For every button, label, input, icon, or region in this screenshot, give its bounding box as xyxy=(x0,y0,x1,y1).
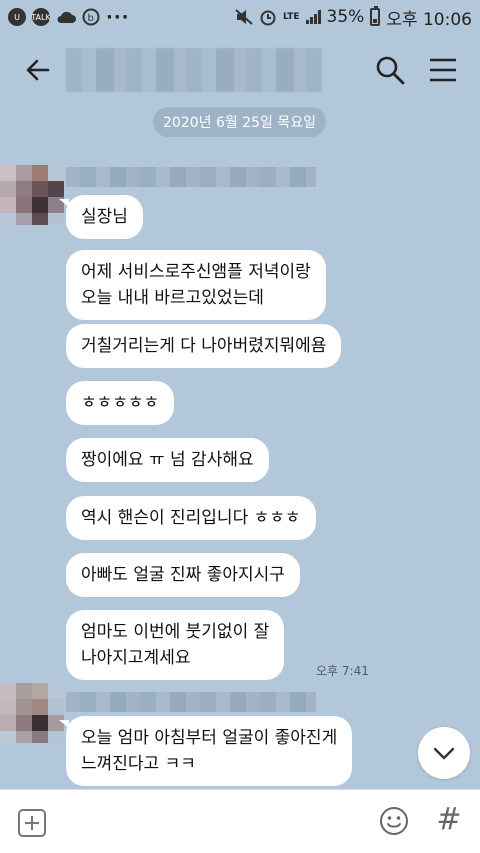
sender-name-redacted xyxy=(66,167,316,187)
message-bubble[interactable]: 어제 서비스로주신앰플 저녁이랑 오늘 내내 바르고있었는데 xyxy=(66,250,326,320)
app-notification-icon: U xyxy=(8,8,26,26)
status-bar-left: U TALK b ··· xyxy=(8,7,130,28)
message-bubble[interactable]: ㅎㅎㅎㅎㅎ xyxy=(66,381,175,425)
message-text: 어제 서비스로주신앰플 저녁이랑 오늘 내내 바르고있었는데 xyxy=(81,262,311,308)
message-text: ㅎㅎㅎㅎㅎ xyxy=(81,393,160,413)
add-attachment-button[interactable] xyxy=(18,809,46,837)
message-bubble[interactable]: 거칠거리는게 다 나아버렸지뭐에욤 xyxy=(66,324,342,368)
chat-header xyxy=(0,34,480,106)
message-bubble[interactable]: 실장님 xyxy=(59,195,143,239)
date-divider: 2020년 6월 25일 목요일 xyxy=(153,107,326,137)
emoji-icon[interactable] xyxy=(379,806,409,836)
message-bubble[interactable]: 오늘 엄마 아침부터 얼굴이 좋아진게 느껴진다고 ㅋㅋ xyxy=(58,716,353,786)
kakaotalk-icon: TALK xyxy=(31,8,51,26)
sender-avatar[interactable] xyxy=(0,683,64,743)
message-text: 역시 핸슨이 진리입니다 ㅎㅎㅎ xyxy=(81,508,301,528)
sender-avatar[interactable] xyxy=(0,165,64,225)
search-icon[interactable] xyxy=(374,54,406,86)
hashtag-search-button[interactable]: # xyxy=(434,802,464,838)
network-type: LTE xyxy=(282,11,300,22)
cloud-icon xyxy=(57,11,76,23)
status-bar: U TALK b ··· LTE 35% 오후 10:06 xyxy=(0,0,480,34)
message-bubble[interactable]: 역시 핸슨이 진리입니다 ㅎㅎㅎ xyxy=(66,496,316,540)
alarm-icon xyxy=(260,10,276,26)
sender-name-redacted xyxy=(66,692,316,712)
menu-icon[interactable] xyxy=(428,56,458,84)
message-text: 오늘 엄마 아침부터 얼굴이 좋아진게 느껴진다고 ㅋㅋ xyxy=(81,728,338,774)
chat-title-redacted xyxy=(66,48,322,92)
svg-text:b: b xyxy=(88,13,94,24)
battery-icon xyxy=(370,6,381,26)
more-notifications: ··· xyxy=(106,6,130,28)
b-app-icon: b xyxy=(82,8,100,26)
message-bubble[interactable]: 아빠도 얼굴 진짜 좋아지시구 xyxy=(66,553,300,597)
message-text: 실장님 xyxy=(81,207,128,227)
back-arrow-icon[interactable] xyxy=(24,56,52,84)
message-input[interactable] xyxy=(60,804,360,840)
message-text: 짱이에요 ㅠ 넘 감사해요 xyxy=(81,450,254,470)
mute-icon xyxy=(235,9,253,25)
message-timestamp: 오후 7:41 xyxy=(316,664,369,678)
battery-percent: 35% xyxy=(326,7,365,27)
chevron-down-icon xyxy=(433,747,455,760)
clock: 오후 10:06 xyxy=(386,9,472,30)
message-bubble[interactable]: 짱이에요 ㅠ 넘 감사해요 xyxy=(66,438,269,482)
message-bubble[interactable]: 엄마도 이번에 붓기없이 잘 나아지고계세요 xyxy=(66,610,285,680)
status-bar-right: LTE 35% 오후 10:06 xyxy=(235,5,472,30)
signal-icon xyxy=(305,10,321,24)
message-text: 아빠도 얼굴 진짜 좋아지시구 xyxy=(81,565,285,585)
message-text: 거칠거리는게 다 나아버렸지뭐에욤 xyxy=(81,336,327,356)
message-text: 엄마도 이번에 붓기없이 잘 나아지고계세요 xyxy=(81,622,270,668)
scroll-to-bottom-button[interactable] xyxy=(418,727,470,779)
